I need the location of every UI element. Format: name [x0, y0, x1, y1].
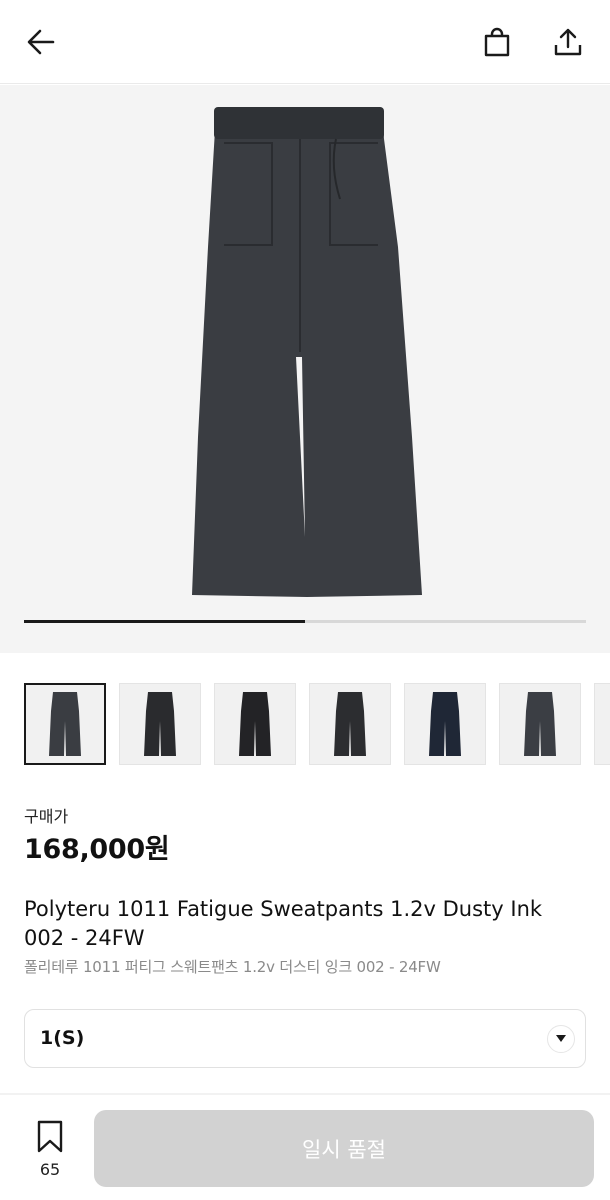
carousel-progress	[24, 620, 586, 623]
bookmark-icon	[37, 1120, 63, 1153]
thumbnail-5[interactable]	[404, 683, 486, 765]
thumbnail-pants-image	[239, 692, 271, 756]
thumbnail-1[interactable]	[24, 683, 106, 765]
cart-button[interactable]	[477, 22, 517, 62]
chevron-down-icon	[556, 1035, 566, 1042]
thumbnail-pants-image	[524, 692, 556, 756]
back-button[interactable]	[21, 22, 61, 62]
thumbnail-4[interactable]	[309, 683, 391, 765]
product-title-ko: 폴리테루 1011 퍼티그 스웨트팬츠 1.2v 더스티 잉크 002 - 24…	[24, 958, 441, 976]
price-value: 168,000원	[24, 834, 170, 865]
thumbnail-strip	[24, 683, 610, 767]
sold-out-button[interactable]: 일시 품절	[94, 1110, 594, 1187]
size-select[interactable]: 1(S)	[24, 1009, 586, 1068]
thumbnail-2[interactable]	[119, 683, 201, 765]
size-select-value: 1(S)	[40, 1027, 85, 1049]
price-label: 구매가	[24, 807, 69, 826]
share-icon	[554, 28, 582, 56]
wishlist-button[interactable]: 65	[20, 1112, 80, 1188]
thumbnail-pants-image	[429, 692, 461, 756]
thumbnail-pants-image	[49, 692, 81, 756]
thumbnail-3[interactable]	[214, 683, 296, 765]
top-app-bar	[0, 0, 610, 84]
share-button[interactable]	[548, 22, 588, 62]
wishlist-count: 65	[39, 1160, 61, 1179]
bottom-bar-divider	[0, 1093, 610, 1095]
product-image-carousel[interactable]	[0, 85, 610, 653]
arrow-left-icon	[27, 29, 55, 55]
thumbnail-6[interactable]	[499, 683, 581, 765]
product-title-en: Polyteru 1011 Fatigue Sweatpants 1.2v Du…	[24, 897, 543, 950]
size-select-toggle[interactable]	[547, 1025, 575, 1053]
thumbnail-7[interactable]	[594, 683, 610, 765]
carousel-progress-fill	[24, 620, 305, 623]
thumbnail-pants-image	[144, 692, 176, 756]
thumbnail-pants-image	[334, 692, 366, 756]
shopping-bag-icon	[484, 27, 510, 57]
product-main-image	[192, 107, 422, 597]
